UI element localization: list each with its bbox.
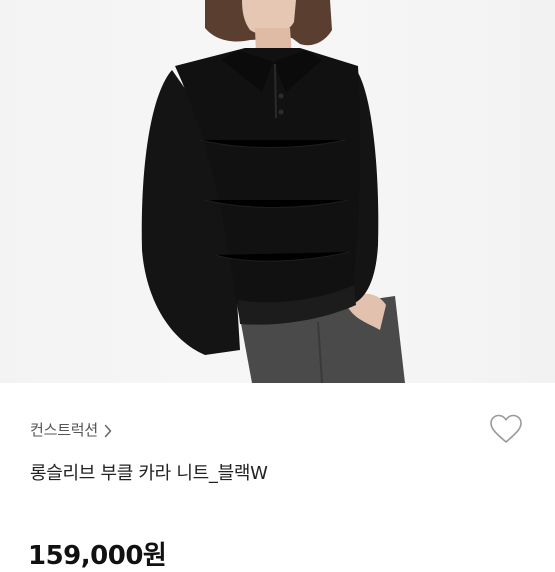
heart-outline-icon [488, 413, 524, 449]
model-wearing-knit-illustration [141, 0, 405, 383]
brand-link[interactable]: 컨스트럭션 [30, 419, 112, 440]
brand-name: 컨스트럭션 [30, 421, 99, 439]
product-title: 롱슬리브 부클 카라 니트_블랙W [30, 463, 268, 484]
product-info-section: 컨스트럭션 롱슬리브 부클 카라 니트_블랙W 159,000원 [0, 383, 555, 571]
product-price: 159,000원 [28, 541, 167, 571]
like-button[interactable] [486, 413, 526, 449]
chevron-right-icon [104, 423, 112, 437]
product-image[interactable] [0, 0, 555, 383]
